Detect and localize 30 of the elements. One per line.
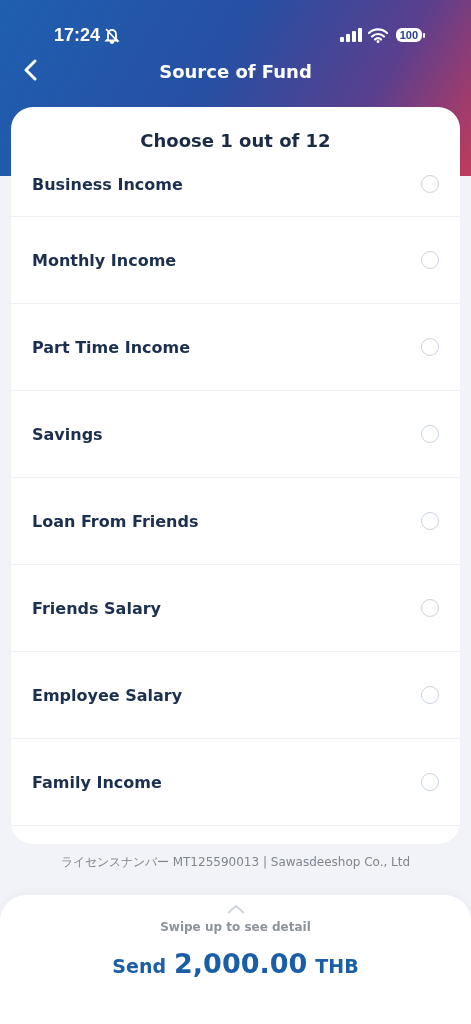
option-label: Business Income	[32, 174, 184, 194]
option-label: Loan From Friends	[32, 511, 200, 531]
battery-icon: 100	[395, 28, 425, 42]
list-heading: Choose 1 out of 12	[139, 129, 332, 152]
option-row[interactable]: Monthly Income	[11, 217, 460, 304]
license-note: ライセンスナンバー MT125590013 | Sawasdeeshop Co., Ltd	[59, 854, 412, 871]
option-row[interactable]: Part Time Income	[11, 304, 460, 391]
muted-bell-icon	[104, 26, 121, 44]
page-title: Source of Fund	[159, 60, 312, 82]
option-row[interactable]: Family Income	[11, 739, 460, 826]
option-row[interactable]: Loan From Friends	[11, 478, 460, 565]
option-row[interactable]: Business Income	[11, 152, 460, 217]
amount-value: 2,000.00	[174, 948, 308, 979]
currency-label: THB	[315, 955, 359, 977]
bottom-sheet[interactable]: Swipe up to see detail Send 2,000.00 THB	[0, 895, 471, 1024]
option-label: Employee Salary	[32, 685, 184, 705]
send-label: Send	[112, 955, 167, 977]
option-label: Savings	[32, 424, 104, 444]
swipe-hint: Swipe up to see detail	[160, 920, 311, 934]
signal-icon	[339, 28, 362, 42]
wifi-icon	[367, 27, 388, 43]
option-label: Monthly Income	[32, 250, 178, 270]
option-label: Friends Salary	[32, 598, 162, 618]
chevron-up-icon	[226, 904, 245, 914]
option-row[interactable]: Savings	[11, 391, 460, 478]
option-row[interactable]: Employee Salary	[11, 652, 460, 739]
option-label: Part Time Income	[32, 337, 192, 357]
option-label: Family Income	[32, 772, 163, 792]
clock-time: 17:24	[54, 24, 101, 46]
option-row[interactable]: Friends Salary	[11, 565, 460, 652]
